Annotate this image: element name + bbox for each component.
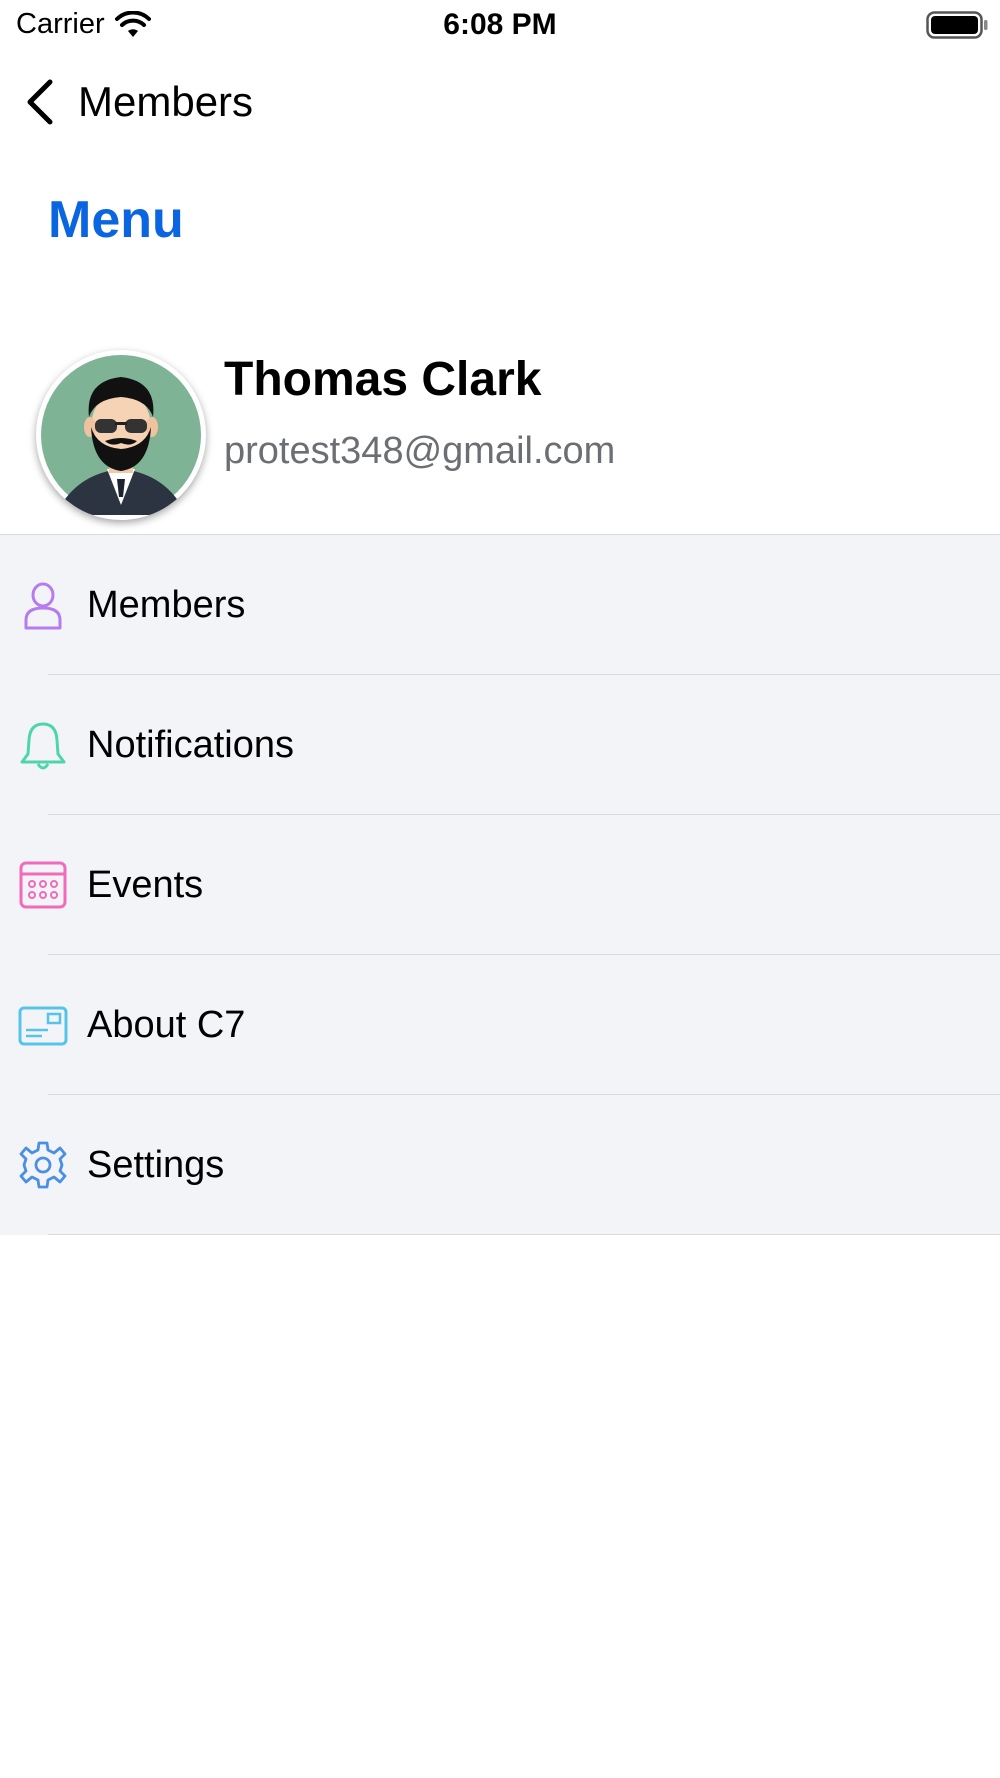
person-icon xyxy=(18,578,68,632)
calendar-icon xyxy=(18,858,68,912)
battery-icon xyxy=(926,11,988,39)
avatar-illustration xyxy=(41,355,201,515)
profile-email: protest348@gmail.com xyxy=(224,430,616,472)
menu-item-members[interactable]: Members xyxy=(0,535,1000,675)
avatar[interactable] xyxy=(36,350,206,520)
status-bar: Carrier 6:08 PM xyxy=(0,0,1000,50)
chevron-left-icon xyxy=(27,79,53,125)
menu-item-label: Notifications xyxy=(87,723,294,766)
menu-item-label: Events xyxy=(87,863,204,906)
menu-item-events[interactable]: Events xyxy=(0,815,1000,955)
menu-item-label: About C7 xyxy=(87,1003,246,1046)
page-title: Menu xyxy=(48,191,184,249)
back-button[interactable]: Members xyxy=(22,74,253,130)
id-card-icon xyxy=(18,998,68,1052)
menu-item-notifications[interactable]: Notifications xyxy=(0,675,1000,815)
menu-item-settings[interactable]: Settings xyxy=(0,1095,1000,1235)
profile-name: Thomas Clark xyxy=(224,353,542,406)
status-time: 6:08 PM xyxy=(443,8,557,41)
bell-icon xyxy=(18,718,68,772)
menu-item-about[interactable]: About C7 xyxy=(0,955,1000,1095)
back-button-label: Members xyxy=(78,78,254,125)
gear-icon xyxy=(18,1138,68,1192)
menu-list: Members Notifications Events About C7 Se… xyxy=(0,534,1000,1235)
menu-item-label: Settings xyxy=(87,1143,225,1186)
menu-item-label: Members xyxy=(87,583,246,626)
